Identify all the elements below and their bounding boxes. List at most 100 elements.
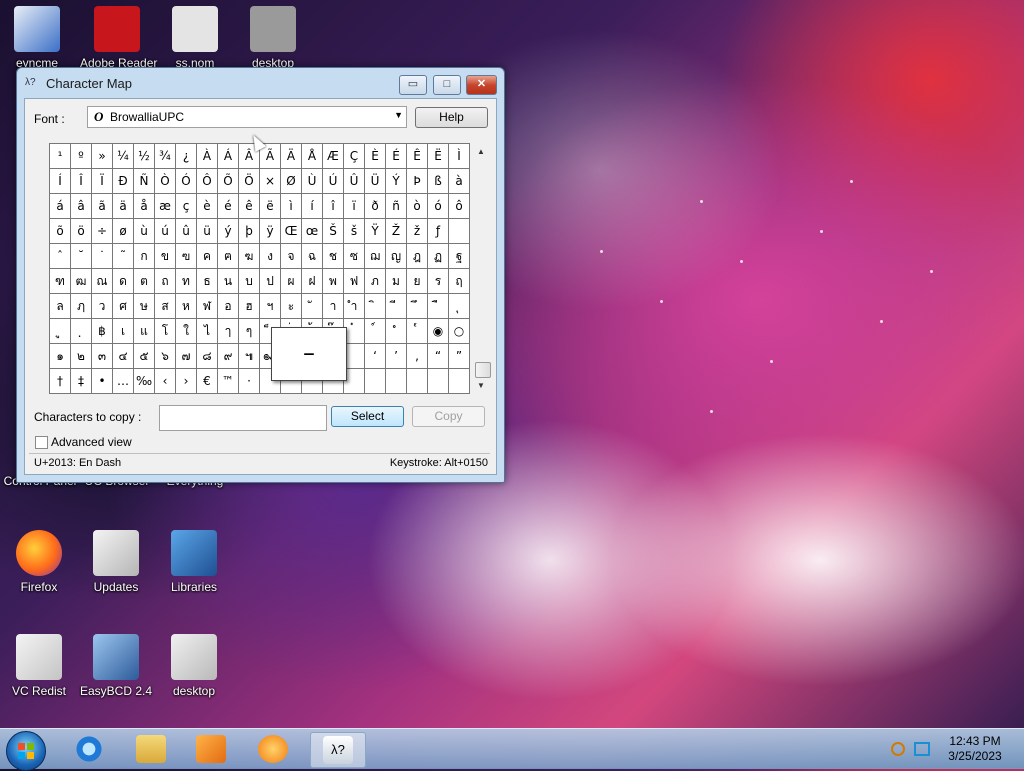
char-cell[interactable]: [407, 369, 428, 394]
char-cell[interactable]: ๆ: [239, 319, 260, 344]
char-cell[interactable]: Š: [323, 219, 344, 244]
char-cell[interactable]: •: [92, 369, 113, 394]
char-cell[interactable]: ๋: [344, 319, 365, 344]
char-cell[interactable]: ป: [260, 269, 281, 294]
desktop-icon-easybcd[interactable]: EasyBCD 2.4: [79, 634, 153, 698]
char-cell[interactable]: è: [197, 194, 218, 219]
char-cell[interactable]: ม: [386, 269, 407, 294]
taskbar-file-explorer[interactable]: [124, 732, 178, 766]
char-cell[interactable]: ñ: [386, 194, 407, 219]
char-cell[interactable]: ½: [134, 144, 155, 169]
char-cell[interactable]: ‘: [365, 344, 386, 369]
char-cell[interactable]: ุ: [449, 294, 470, 319]
char-cell[interactable]: ˜: [113, 244, 134, 269]
char-cell[interactable]: Ÿ: [365, 219, 386, 244]
char-cell[interactable]: ะ: [281, 294, 302, 319]
char-cell[interactable]: ำ: [344, 294, 365, 319]
desktop-icon-vc-redist[interactable]: VC Redist: [2, 634, 76, 698]
characters-to-copy-input[interactable]: [159, 405, 327, 431]
character-grid[interactable]: ¹ º» ¼ ½ ¾ ¿ À Á Â Ã Ä Å Æ Ç È É Ê Ë Ì Í Î Ï Ð Ñ Ò Ó Ô Õ Ö × Ø Ù Ú Û Ü Ý Þß à…: [49, 143, 470, 394]
minimize-button[interactable]: ▭: [399, 75, 427, 95]
char-cell[interactable]: Ý: [386, 169, 407, 194]
desktop-icon-libraries[interactable]: Libraries: [157, 530, 231, 594]
char-cell[interactable]: ึ: [407, 294, 428, 319]
start-button[interactable]: [6, 731, 46, 771]
char-cell[interactable]: ธ: [197, 269, 218, 294]
char-cell[interactable]: ื: [428, 294, 449, 319]
char-cell[interactable]: ถ: [155, 269, 176, 294]
taskbar-uc-browser[interactable]: [246, 732, 300, 766]
char-cell[interactable]: ฎ: [407, 244, 428, 269]
char-cell[interactable]: ซ: [344, 244, 365, 269]
char-cell[interactable]: ๖: [155, 344, 176, 369]
char-cell[interactable]: ×: [260, 169, 281, 194]
char-cell[interactable]: ฺ: [71, 319, 92, 344]
char-cell[interactable]: …: [113, 369, 134, 394]
char-cell[interactable]: ¿: [176, 144, 197, 169]
char-cell[interactable]: ฿: [92, 319, 113, 344]
char-cell[interactable]: Ô: [197, 169, 218, 194]
scroll-down-icon[interactable]: ▼: [477, 381, 485, 390]
char-cell[interactable]: ผ: [281, 269, 302, 294]
taskbar-character-map[interactable]: λ?: [310, 732, 366, 768]
char-cell[interactable]: บ: [239, 269, 260, 294]
taskbar-media-player[interactable]: [184, 732, 238, 766]
char-cell[interactable]: á: [50, 194, 71, 219]
char-cell[interactable]: Á: [218, 144, 239, 169]
char-cell[interactable]: ˆ: [50, 244, 71, 269]
char-cell[interactable]: ด: [113, 269, 134, 294]
char-cell[interactable]: ว: [92, 294, 113, 319]
char-cell[interactable]: ú: [155, 219, 176, 244]
char-cell[interactable]: ƒ: [428, 219, 449, 244]
char-cell[interactable]: †: [50, 369, 71, 394]
char-cell[interactable]: ล: [50, 294, 71, 319]
char-cell[interactable]: [365, 369, 386, 394]
char-cell[interactable]: Ø: [281, 169, 302, 194]
char-cell[interactable]: ฟ: [344, 269, 365, 294]
copy-button[interactable]: Copy: [412, 406, 485, 427]
char-cell[interactable]: ใ: [176, 319, 197, 344]
scroll-up-icon[interactable]: ▲: [477, 147, 485, 156]
char-cell[interactable]: ð: [365, 194, 386, 219]
title-bar[interactable]: λ? Character Map ▭ □ ✕: [17, 68, 504, 98]
char-cell[interactable]: ๔: [113, 344, 134, 369]
char-cell[interactable]: Þ: [407, 169, 428, 194]
char-cell[interactable]: ฑ: [50, 269, 71, 294]
char-cell[interactable]: ฉ: [302, 244, 323, 269]
advanced-view-checkbox[interactable]: [35, 436, 48, 449]
char-cell[interactable]: ’: [386, 344, 407, 369]
char-cell[interactable]: Ò: [155, 169, 176, 194]
char-cell[interactable]: ฦ: [71, 294, 92, 319]
char-cell[interactable]: ß: [428, 169, 449, 194]
taskbar-internet-explorer[interactable]: [62, 732, 116, 766]
char-cell[interactable]: ã: [92, 194, 113, 219]
char-cell[interactable]: ๚: [239, 344, 260, 369]
char-cell[interactable]: ๙: [218, 344, 239, 369]
char-cell[interactable]: ํ: [386, 319, 407, 344]
char-cell[interactable]: ๑: [50, 344, 71, 369]
char-cell[interactable]: º: [71, 144, 92, 169]
char-cell[interactable]: í: [302, 194, 323, 219]
char-cell[interactable]: ฅ: [218, 244, 239, 269]
char-cell[interactable]: ส: [155, 294, 176, 319]
char-cell[interactable]: ¼: [113, 144, 134, 169]
char-cell[interactable]: ·: [239, 369, 260, 394]
char-cell[interactable]: ◉: [428, 319, 449, 344]
font-dropdown[interactable]: O BrowalliaUPC ▼: [87, 106, 407, 128]
char-cell[interactable]: น: [218, 269, 239, 294]
char-cell[interactable]: î: [323, 194, 344, 219]
char-cell[interactable]: ก: [134, 244, 155, 269]
char-cell[interactable]: [449, 369, 470, 394]
char-cell[interactable]: [344, 369, 365, 394]
char-cell[interactable]: É: [386, 144, 407, 169]
char-cell[interactable]: ฃ: [176, 244, 197, 269]
char-cell[interactable]: Ê: [407, 144, 428, 169]
char-cell[interactable]: À: [197, 144, 218, 169]
char-cell[interactable]: õ: [50, 219, 71, 244]
char-cell[interactable]: æ: [155, 194, 176, 219]
char-cell[interactable]: ๓: [92, 344, 113, 369]
char-cell[interactable]: ÷: [92, 219, 113, 244]
char-cell[interactable]: ์: [365, 319, 386, 344]
char-cell[interactable]: Ï: [92, 169, 113, 194]
char-cell[interactable]: ฯ: [260, 294, 281, 319]
